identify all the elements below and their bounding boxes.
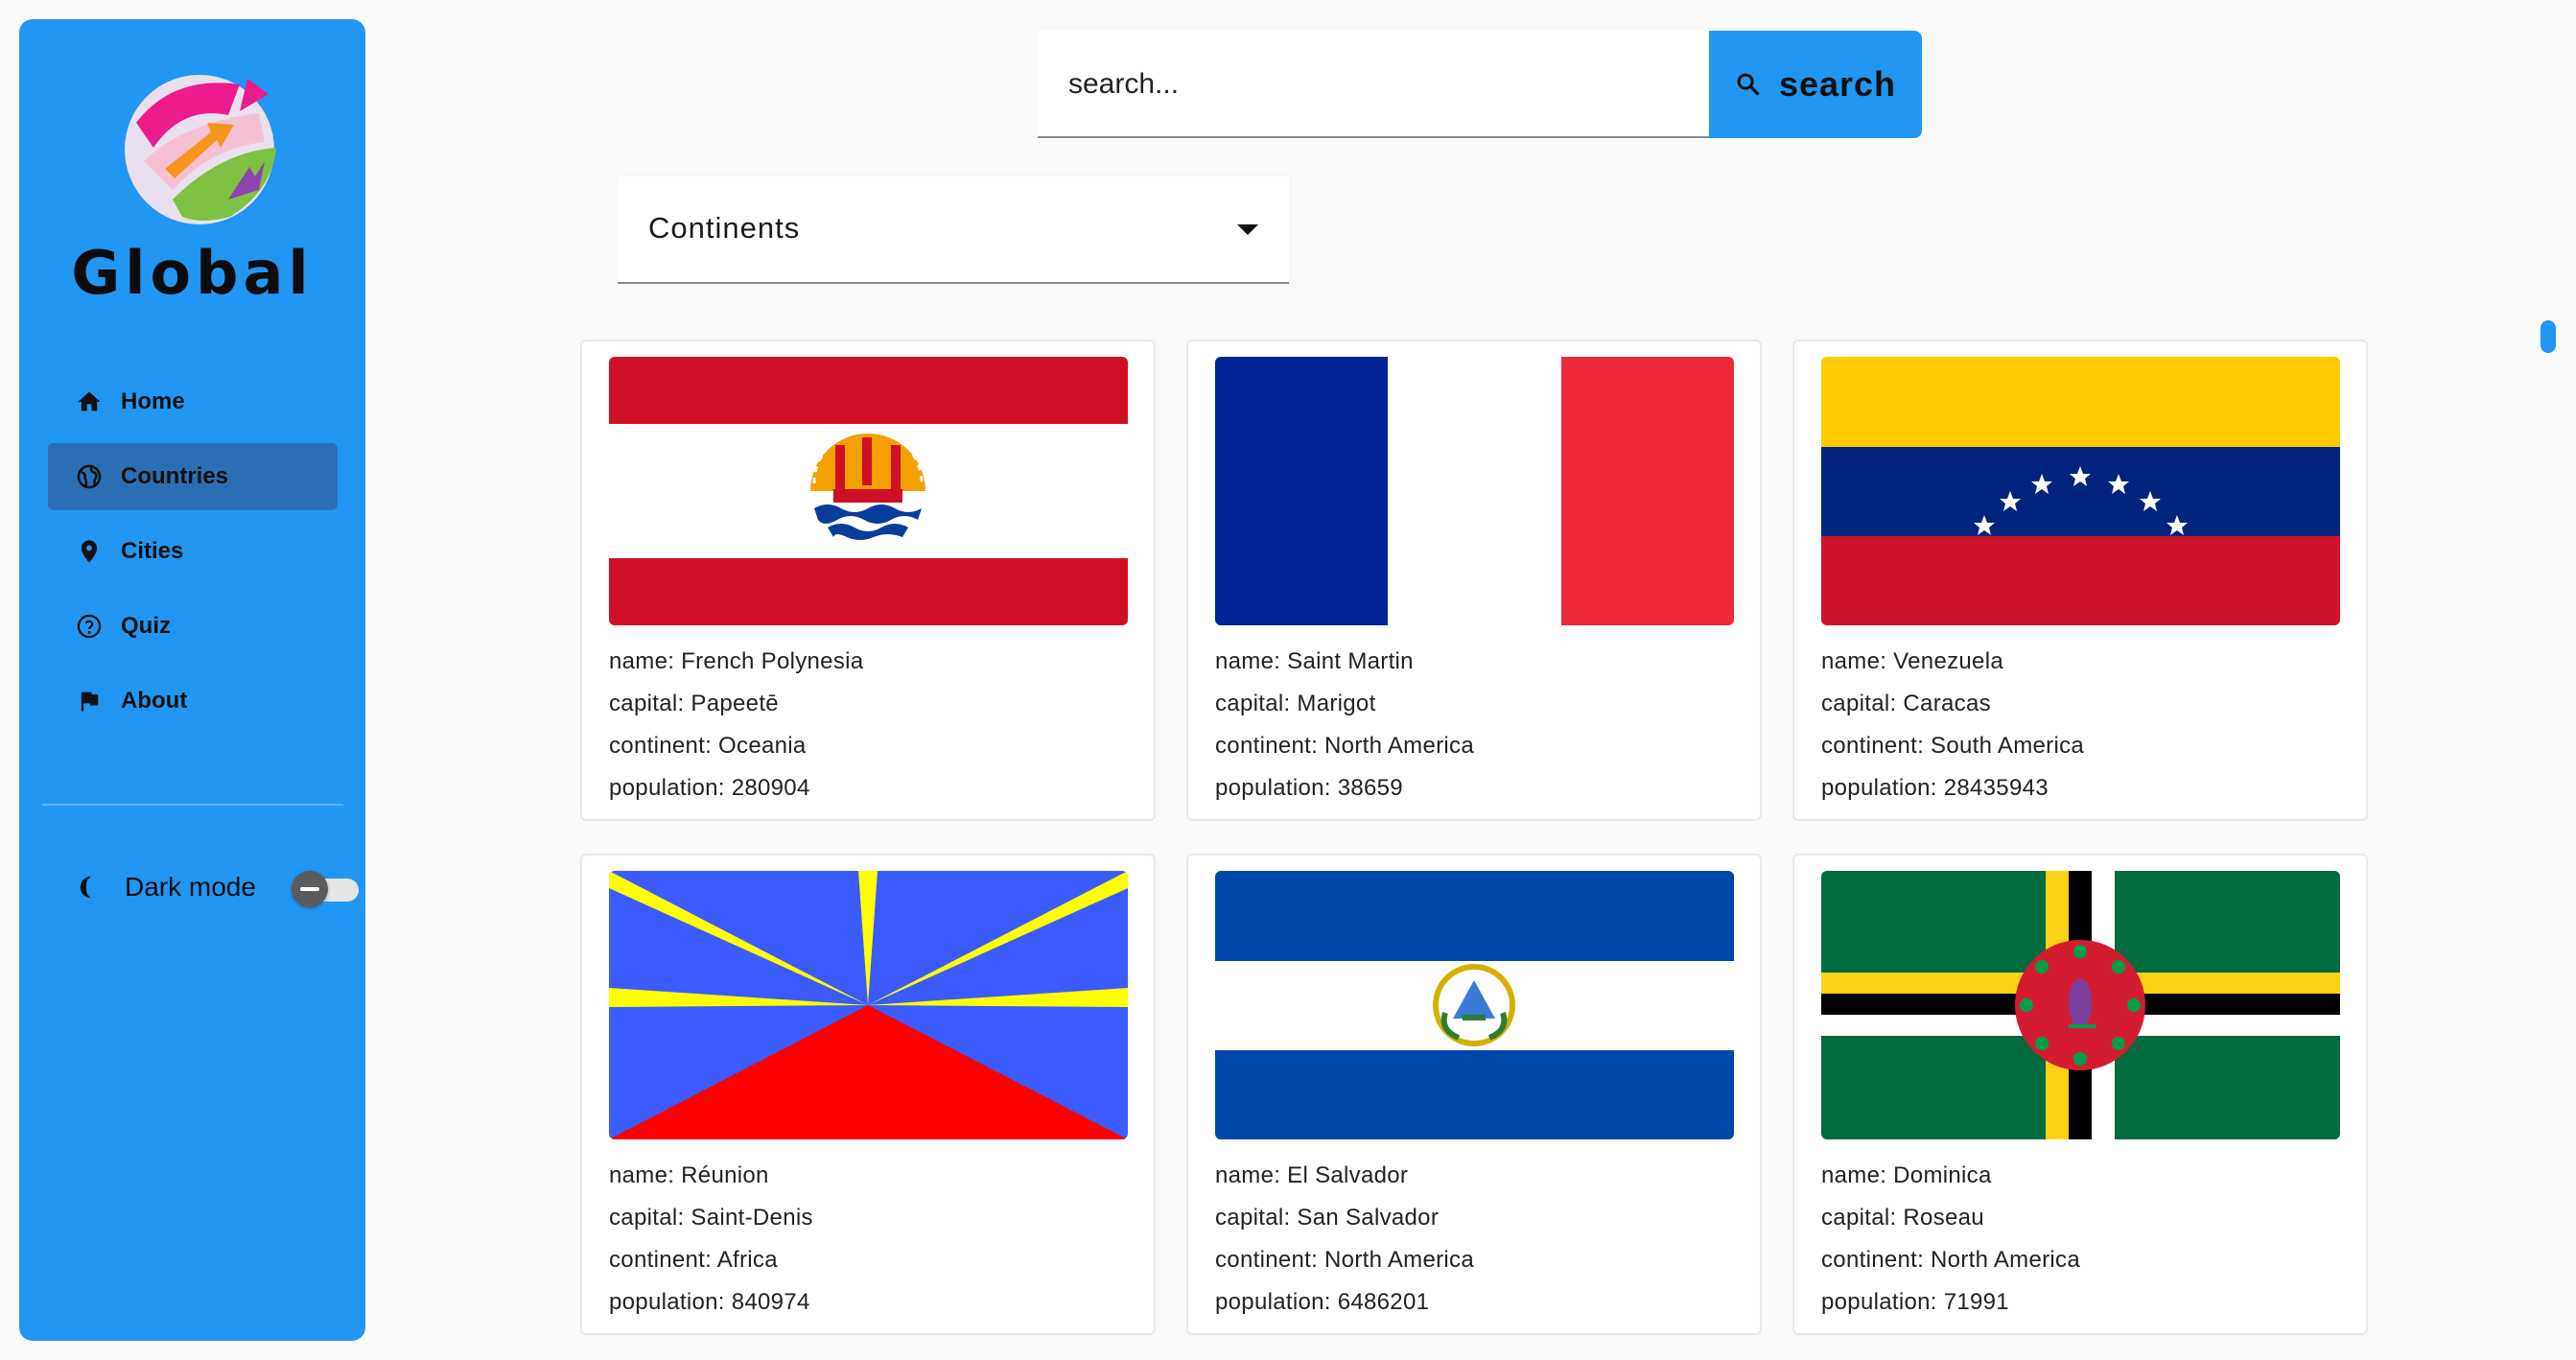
sidebar-item-label: Home <box>121 388 185 414</box>
app-title: Global <box>71 238 314 308</box>
dark-mode-row: Dark mode <box>77 863 364 911</box>
sidebar: Global Home Countries Cities Quiz About … <box>19 19 365 1341</box>
country-continent: continent: South America <box>1821 733 2085 759</box>
country-name: name: Saint Martin <box>1215 648 1414 674</box>
country-card[interactable]: name: Saint Martin capital: Marigot cont… <box>1186 340 1762 821</box>
sidebar-item-label: Countries <box>121 463 229 489</box>
country-info: name: Saint Martin capital: Marigot cont… <box>1215 641 1474 809</box>
sidebar-item-cities[interactable]: Cities <box>48 518 338 585</box>
country-continent: continent: North America <box>1215 733 1474 759</box>
dark-mode-label: Dark mode <box>125 872 256 902</box>
home-icon <box>75 387 104 416</box>
country-info: name: El Salvador capital: San Salvador … <box>1215 1155 1474 1324</box>
sidebar-item-label: Quiz <box>121 613 171 639</box>
country-population: population: 840974 <box>609 1289 810 1315</box>
search-field <box>1038 31 1709 138</box>
country-capital: capital: Saint-Denis <box>609 1205 813 1231</box>
globe-icon <box>75 462 104 491</box>
sidebar-nav: Home Countries Cities Quiz About <box>48 368 338 742</box>
sidebar-item-quiz[interactable]: Quiz <box>48 593 338 660</box>
reunion-flag <box>609 871 1128 1139</box>
country-card[interactable]: name: El Salvador capital: San Salvador … <box>1186 854 1762 1335</box>
flag-icon <box>75 687 104 715</box>
search-button[interactable]: search <box>1709 31 1922 138</box>
search-icon <box>1735 71 1762 98</box>
country-card[interactable]: name: French Polynesia capital: Papeetē … <box>580 340 1156 821</box>
saint-martin-flag <box>1215 357 1734 625</box>
country-capital: capital: Roseau <box>1821 1205 1984 1231</box>
country-name: name: Réunion <box>609 1162 769 1188</box>
continents-select-label: Continents <box>648 211 801 245</box>
country-card[interactable]: name: Réunion capital: Saint-Denis conti… <box>580 854 1156 1335</box>
continents-select[interactable]: Continents <box>618 176 1289 284</box>
search-button-label: search <box>1778 64 1897 104</box>
country-population: population: 6486201 <box>1215 1289 1430 1315</box>
globe-arrows-icon <box>115 56 288 228</box>
sidebar-item-countries[interactable]: Countries <box>48 443 338 510</box>
country-capital: capital: Marigot <box>1215 691 1376 716</box>
venezuela-flag <box>1821 357 2340 625</box>
country-continent: continent: North America <box>1821 1247 2080 1273</box>
country-continent: continent: Oceania <box>609 733 807 759</box>
country-info: name: Venezuela capital: Caracas contine… <box>1821 641 2084 809</box>
country-population: population: 28435943 <box>1821 775 2049 801</box>
el-salvador-flag <box>1215 871 1734 1139</box>
sidebar-divider <box>42 804 343 806</box>
search-input[interactable] <box>1066 58 1680 111</box>
sidebar-item-label: Cities <box>121 538 184 564</box>
sidebar-item-about[interactable]: About <box>48 668 338 735</box>
sidebar-item-home[interactable]: Home <box>48 368 338 435</box>
country-population: population: 71991 <box>1821 1289 2009 1315</box>
country-population: population: 38659 <box>1215 775 1403 801</box>
country-capital: capital: San Salvador <box>1215 1205 1440 1231</box>
country-name: name: Venezuela <box>1821 648 2003 674</box>
country-capital: capital: Papeetē <box>609 691 779 716</box>
country-population: population: 280904 <box>609 775 810 801</box>
country-capital: capital: Caracas <box>1821 691 1991 716</box>
dark-mode-toggle[interactable] <box>292 871 361 907</box>
country-card[interactable]: name: Dominica capital: Roseau continent… <box>1792 854 2368 1335</box>
country-continent: continent: Africa <box>609 1247 778 1273</box>
sidebar-item-label: About <box>121 688 188 714</box>
french-polynesia-flag <box>609 357 1128 625</box>
country-name: name: Dominica <box>1821 1162 1992 1188</box>
country-info: name: French Polynesia capital: Papeetē … <box>609 641 863 809</box>
location-pin-icon <box>75 537 104 566</box>
moon-icon <box>77 873 105 902</box>
scrollbar-thumb[interactable] <box>2541 320 2556 353</box>
country-info: name: Réunion capital: Saint-Denis conti… <box>609 1155 813 1324</box>
chevron-down-icon <box>1237 224 1258 235</box>
country-card[interactable]: name: Venezuela capital: Caracas contine… <box>1792 340 2368 821</box>
country-name: name: French Polynesia <box>609 648 864 674</box>
dominica-flag <box>1821 871 2340 1139</box>
toggle-thumb[interactable] <box>292 871 328 907</box>
country-name: name: El Salvador <box>1215 1162 1409 1188</box>
country-continent: continent: North America <box>1215 1247 1474 1273</box>
help-circle-icon <box>75 612 104 641</box>
country-info: name: Dominica capital: Roseau continent… <box>1821 1155 2080 1324</box>
